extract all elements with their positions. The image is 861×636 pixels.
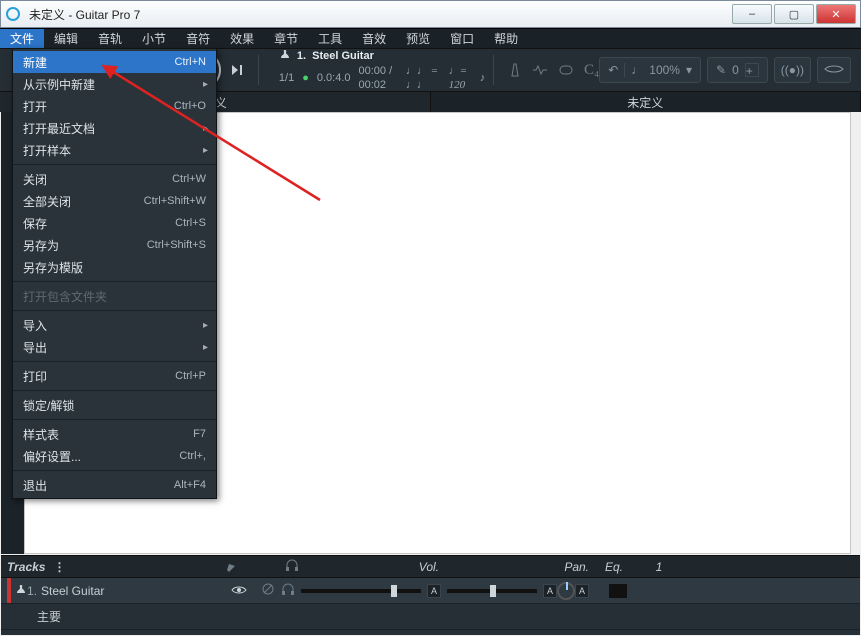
tracks-label: Tracks xyxy=(7,560,45,574)
menu-item-导出[interactable]: 导出▸ xyxy=(13,336,216,358)
eq-knob[interactable] xyxy=(557,582,575,600)
track-secondary-name: 主要 xyxy=(37,608,227,625)
menu-item-打印[interactable]: 打印Ctrl+P xyxy=(13,365,216,387)
track-instrument-icon xyxy=(279,48,291,64)
menu-item-全部关闭[interactable]: 全部关闭Ctrl+Shift+W xyxy=(13,190,216,212)
tracks-panel: Tracks ⋮ Vol. Pan. Eq. 1 1. Steel Guitar xyxy=(1,555,860,635)
tuner-icon[interactable] xyxy=(532,63,548,77)
track-row-secondary[interactable]: 主要 xyxy=(1,604,860,630)
track-headphones-icon[interactable] xyxy=(285,558,299,575)
undo-icon[interactable]: ↶ xyxy=(608,63,618,77)
beat-position: 0.0:4.0 xyxy=(317,71,351,85)
tempo-unit: ♪ xyxy=(480,71,486,85)
record-indicator-icon: ● xyxy=(302,71,309,85)
eq-label: Eq. xyxy=(589,560,639,574)
broadcast-button[interactable]: ((●)) xyxy=(774,57,811,83)
window-title: 未定义 - Guitar Pro 7 xyxy=(27,6,732,23)
menu-item-另存为模版[interactable]: 另存为模版 xyxy=(13,256,216,278)
track-name-cell: Steel Guitar xyxy=(41,584,231,598)
tempo-indicator: ♩= 120 xyxy=(449,64,472,92)
file-menu-dropdown: 新建Ctrl+N从示例中新建▸打开Ctrl+O打开最近文档▸打开样本▸ 关闭Ctr… xyxy=(12,48,217,499)
skip-end-icon[interactable] xyxy=(227,56,249,84)
menu-item-偏好设置...[interactable]: 偏好设置...Ctrl+, xyxy=(13,445,216,467)
app-icon xyxy=(5,6,21,22)
guitar-neck-icon xyxy=(824,63,844,77)
tracks-header: Tracks ⋮ Vol. Pan. Eq. 1 xyxy=(1,556,860,578)
track-number: 1. xyxy=(297,49,306,63)
automation-a3[interactable]: A xyxy=(575,584,589,598)
menu-预览[interactable]: 预览 xyxy=(396,29,440,48)
track-row[interactable]: 1. Steel Guitar A A A xyxy=(1,578,860,604)
window-maximize-button[interactable]: ▢ xyxy=(774,4,814,24)
menu-item-退出[interactable]: 退出Alt+F4 xyxy=(13,474,216,496)
track-mute-icon[interactable] xyxy=(261,582,275,599)
menu-item-样式表[interactable]: 样式表F7 xyxy=(13,423,216,445)
menu-item-打开[interactable]: 打开Ctrl+O xyxy=(13,95,216,117)
zoom-dropdown-icon[interactable]: ▾ xyxy=(686,63,692,77)
track-color-swatch xyxy=(7,578,11,603)
menu-音符[interactable]: 音符 xyxy=(176,29,220,48)
time-position: 00:00 / 00:02 xyxy=(359,64,398,92)
swing-indicator: ♩♩ = ♩♩ xyxy=(406,64,441,92)
add-layer-icon[interactable]: + xyxy=(745,63,759,77)
pen-tool-box[interactable]: ✎ 0 + xyxy=(707,57,768,83)
menu-item-打开最近文档[interactable]: 打开最近文档▸ xyxy=(13,117,216,139)
track-index: 1. xyxy=(27,584,41,598)
menu-item-关闭[interactable]: 关闭Ctrl+W xyxy=(13,168,216,190)
automation-a2[interactable]: A xyxy=(543,584,557,598)
tracks-menu-icon[interactable]: ⋮ xyxy=(53,560,67,574)
automation-a1[interactable]: A xyxy=(427,584,441,598)
window-titlebar: 未定义 - Guitar Pro 7 – ▢ ✕ xyxy=(0,0,861,28)
menu-效果[interactable]: 效果 xyxy=(220,29,264,48)
track-edit-icon[interactable] xyxy=(225,558,285,575)
menu-音效[interactable]: 音效 xyxy=(352,29,396,48)
time-signature-icon[interactable]: C₄ xyxy=(584,62,599,79)
zoom-value: 100% xyxy=(649,63,680,77)
menu-item-保存[interactable]: 保存Ctrl+S xyxy=(13,212,216,234)
toolbar-mode-icons: C₄ xyxy=(508,62,599,79)
menu-item-另存为[interactable]: 另存为Ctrl+Shift+S xyxy=(13,234,216,256)
pan-slider[interactable] xyxy=(447,589,537,593)
pen-icon: ✎ xyxy=(716,63,726,77)
metronome-icon[interactable] xyxy=(508,62,522,78)
track-visible-icon[interactable] xyxy=(231,584,247,598)
menu-文件[interactable]: 文件 xyxy=(0,29,44,48)
menu-item-打开样本[interactable]: 打开样本▸ xyxy=(13,139,216,161)
tab-1[interactable]: 未定义 xyxy=(431,92,861,112)
menu-章节[interactable]: 章节 xyxy=(264,29,308,48)
track-solo-headphones-icon[interactable] xyxy=(281,582,295,599)
vol-slider[interactable] xyxy=(301,589,421,593)
window-minimize-button[interactable]: – xyxy=(732,4,772,24)
track-instrument-small-icon xyxy=(15,583,27,598)
loop-icon[interactable] xyxy=(558,63,574,77)
transport-info: 1. Steel Guitar 1/1 ● 0.0:4.0 00:00 / 00… xyxy=(279,48,485,92)
ch-label: 1 xyxy=(639,560,679,574)
track-segment-block[interactable] xyxy=(609,584,627,598)
track-name: Steel Guitar xyxy=(312,49,374,63)
undo-zoom-box[interactable]: ↶ ♩ 100% ▾ xyxy=(599,57,701,83)
menu-item-锁定/解锁[interactable]: 锁定/解锁 xyxy=(13,394,216,416)
pen-value: 0 xyxy=(732,63,739,77)
menu-窗口[interactable]: 窗口 xyxy=(440,29,484,48)
guitar-view-button[interactable] xyxy=(817,57,851,83)
window-close-button[interactable]: ✕ xyxy=(816,4,856,24)
menu-帮助[interactable]: 帮助 xyxy=(484,29,528,48)
note-value-icon[interactable]: ♩ xyxy=(631,63,643,78)
menu-item-导入[interactable]: 导入▸ xyxy=(13,314,216,336)
pan-label: Pan. xyxy=(439,560,589,574)
menu-工具[interactable]: 工具 xyxy=(308,29,352,48)
broadcast-icon: ((●)) xyxy=(781,63,804,77)
menu-音轨[interactable]: 音轨 xyxy=(88,29,132,48)
menu-小节[interactable]: 小节 xyxy=(132,29,176,48)
menu-item-新建[interactable]: 新建Ctrl+N xyxy=(13,51,216,73)
menu-bar: 文件编辑音轨小节音符效果章节工具音效预览窗口帮助 xyxy=(0,28,861,48)
menu-item-从示例中新建[interactable]: 从示例中新建▸ xyxy=(13,73,216,95)
vol-label: Vol. xyxy=(299,560,439,574)
menu-item-打开包含文件夹: 打开包含文件夹 xyxy=(13,285,216,307)
bar-position: 1/1 xyxy=(279,71,294,85)
menu-编辑[interactable]: 编辑 xyxy=(44,29,88,48)
